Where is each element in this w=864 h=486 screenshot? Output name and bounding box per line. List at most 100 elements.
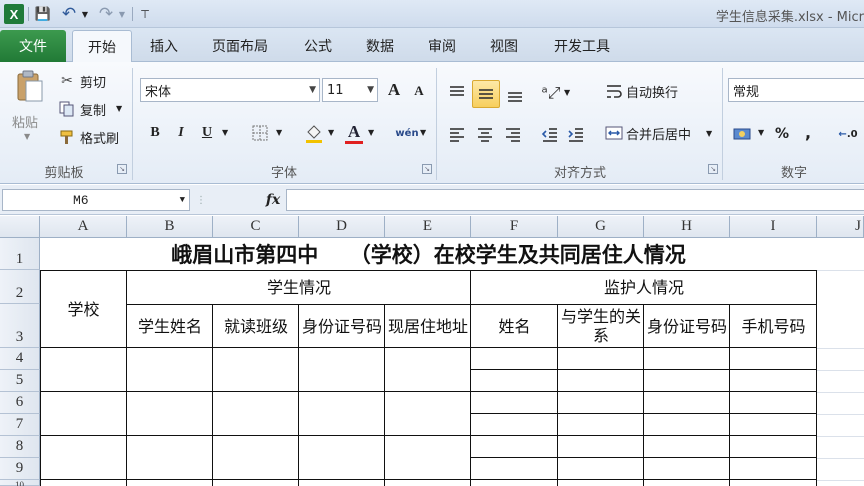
font-color-icon[interactable]: A bbox=[342, 120, 366, 146]
orientation-dropdown-icon[interactable]: ▼ bbox=[564, 88, 570, 97]
row-header-7[interactable]: 7 bbox=[0, 414, 40, 436]
accounting-dropdown-icon[interactable]: ▼ bbox=[758, 128, 764, 137]
shrink-font-button[interactable]: A bbox=[408, 80, 430, 102]
guardian-id-header-cell[interactable]: 身份证号码 bbox=[647, 305, 727, 347]
wrap-text-icon[interactable] bbox=[604, 80, 624, 102]
name-box[interactable]: M6 ▼ bbox=[2, 189, 190, 211]
redo-dropdown-icon[interactable]: ▼ bbox=[117, 4, 127, 24]
align-bottom-icon[interactable] bbox=[502, 82, 528, 108]
customize-quick-access-icon[interactable]: ⊤ bbox=[138, 4, 152, 24]
align-right-icon[interactable] bbox=[500, 122, 526, 146]
fill-color-dropdown-icon[interactable]: ▼ bbox=[328, 128, 334, 137]
column-header-f[interactable]: F bbox=[471, 216, 558, 238]
column-header-b[interactable]: B bbox=[127, 216, 213, 238]
align-center-icon[interactable] bbox=[472, 122, 498, 146]
font-name-dropdown[interactable]: 宋体 ▼ bbox=[140, 78, 320, 102]
row-header-4[interactable]: 4 bbox=[0, 348, 40, 370]
undo-icon[interactable]: ↶ bbox=[58, 4, 80, 24]
tab-developer[interactable]: 开发工具 bbox=[540, 30, 624, 62]
percent-style-button[interactable]: % bbox=[770, 122, 794, 146]
row-header-10[interactable]: 10 bbox=[0, 480, 40, 486]
fill-color-icon[interactable] bbox=[302, 120, 326, 146]
increase-decimal-button[interactable]: ← .0 bbox=[832, 122, 864, 146]
tab-home[interactable]: 开始 bbox=[72, 30, 132, 62]
merge-center-button[interactable]: 合并后居中 bbox=[626, 122, 691, 144]
student-group-header-cell[interactable]: 学生情况 bbox=[128, 271, 470, 303]
column-header-g[interactable]: G bbox=[558, 216, 644, 238]
column-header-j[interactable]: J bbox=[817, 216, 864, 238]
accounting-format-icon[interactable] bbox=[730, 122, 756, 146]
insert-function-icon[interactable]: fx bbox=[262, 189, 284, 211]
number-format-dropdown[interactable]: 常规 bbox=[728, 78, 864, 102]
underline-dropdown-icon[interactable]: ▼ bbox=[222, 128, 228, 137]
row-header-5[interactable]: 5 bbox=[0, 370, 40, 392]
font-launcher-icon[interactable]: ↘ bbox=[422, 164, 432, 174]
underline-button[interactable]: U bbox=[196, 122, 218, 144]
undo-dropdown-icon[interactable]: ▼ bbox=[80, 4, 90, 24]
column-header-a[interactable]: A bbox=[40, 216, 127, 238]
increase-indent-icon[interactable] bbox=[564, 122, 588, 146]
align-left-icon[interactable] bbox=[444, 122, 470, 146]
save-icon[interactable]: 💾 bbox=[33, 4, 53, 24]
grow-font-button[interactable]: A bbox=[382, 78, 406, 102]
row-header-9[interactable]: 9 bbox=[0, 458, 40, 480]
format-painter-icon[interactable] bbox=[58, 128, 76, 146]
redo-icon[interactable]: ↷ bbox=[95, 4, 117, 24]
guardian-name-header-cell[interactable]: 姓名 bbox=[472, 305, 557, 347]
wrap-text-button[interactable]: 自动换行 bbox=[626, 80, 678, 102]
merge-dropdown-icon[interactable]: ▼ bbox=[706, 129, 712, 138]
tab-page-layout[interactable]: 页面布局 bbox=[198, 30, 282, 62]
phone-header-cell[interactable]: 手机号码 bbox=[731, 305, 816, 347]
student-name-header-cell[interactable]: 学生姓名 bbox=[128, 305, 212, 347]
tab-view[interactable]: 视图 bbox=[478, 30, 530, 62]
column-header-d[interactable]: D bbox=[299, 216, 385, 238]
formula-bar-grip-icon[interactable]: ⋮ bbox=[194, 191, 208, 209]
clipboard-launcher-icon[interactable]: ↘ bbox=[117, 164, 127, 174]
relation-header-cell[interactable]: 与学生的关系 bbox=[561, 305, 641, 347]
column-header-h[interactable]: H bbox=[644, 216, 730, 238]
row-header-2[interactable]: 2 bbox=[0, 270, 40, 304]
borders-dropdown-icon[interactable]: ▼ bbox=[276, 128, 282, 137]
select-all-corner[interactable] bbox=[0, 216, 40, 238]
copy-icon[interactable] bbox=[58, 100, 76, 118]
sheet-title-cell[interactable]: 峨眉山市第四中 （学校）在校学生及共同居住人情况 bbox=[40, 239, 817, 270]
decrease-indent-icon[interactable] bbox=[538, 122, 562, 146]
font-size-dropdown[interactable]: 11 ▼ bbox=[322, 78, 378, 102]
orientation-icon[interactable]: ᵃ⤢ bbox=[538, 80, 564, 106]
copy-dropdown-icon[interactable]: ▼ bbox=[116, 104, 122, 113]
school-header-cell[interactable]: 学校 bbox=[41, 271, 126, 347]
row-header-6[interactable]: 6 bbox=[0, 392, 40, 414]
tab-formulas[interactable]: 公式 bbox=[292, 30, 344, 62]
column-header-i[interactable]: I bbox=[730, 216, 817, 238]
alignment-launcher-icon[interactable]: ↘ bbox=[708, 164, 718, 174]
address-header-cell[interactable]: 现居住地址 bbox=[388, 305, 468, 347]
column-header-e[interactable]: E bbox=[385, 216, 471, 238]
borders-icon[interactable] bbox=[248, 122, 272, 144]
align-middle-icon[interactable] bbox=[472, 80, 500, 108]
cut-button[interactable]: 剪切 bbox=[80, 72, 106, 91]
class-header-cell[interactable]: 就读班级 bbox=[214, 305, 298, 347]
column-header-c[interactable]: C bbox=[213, 216, 299, 238]
italic-button[interactable]: I bbox=[170, 122, 192, 144]
bold-button[interactable]: B bbox=[144, 122, 166, 144]
phonetic-guide-button[interactable]: wén bbox=[394, 120, 420, 146]
tab-data[interactable]: 数据 bbox=[354, 30, 406, 62]
cut-icon[interactable]: ✂ bbox=[58, 72, 76, 90]
align-top-icon[interactable] bbox=[444, 80, 470, 106]
copy-button[interactable]: 复制 bbox=[80, 100, 106, 119]
font-color-dropdown-icon[interactable]: ▼ bbox=[368, 128, 374, 137]
paste-dropdown-icon[interactable]: ▼ bbox=[24, 132, 30, 141]
tab-insert[interactable]: 插入 bbox=[138, 30, 190, 62]
comma-style-button[interactable]: , bbox=[798, 120, 818, 144]
tab-file[interactable]: 文件 bbox=[0, 30, 66, 62]
row-header-3[interactable]: 3 bbox=[0, 304, 40, 348]
merge-center-icon[interactable] bbox=[604, 122, 624, 144]
tab-review[interactable]: 审阅 bbox=[416, 30, 468, 62]
paste-icon[interactable] bbox=[10, 68, 50, 106]
formula-input[interactable] bbox=[286, 189, 864, 211]
row-header-8[interactable]: 8 bbox=[0, 436, 40, 458]
phonetic-dropdown-icon[interactable]: ▼ bbox=[420, 128, 426, 137]
id-number-header-cell[interactable]: 身份证号码 bbox=[302, 305, 382, 347]
paste-button[interactable]: 粘贴 bbox=[12, 112, 38, 131]
format-painter-button[interactable]: 格式刷 bbox=[80, 128, 119, 147]
